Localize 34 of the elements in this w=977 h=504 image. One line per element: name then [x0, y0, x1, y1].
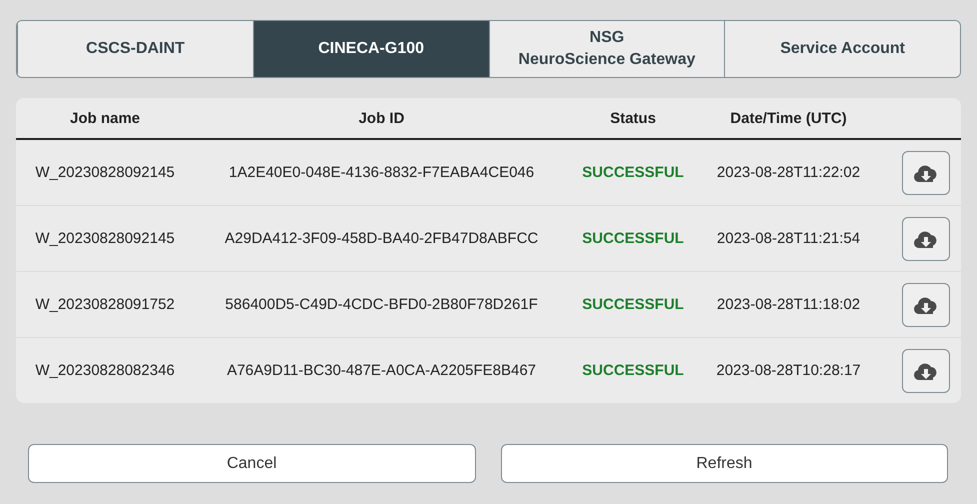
column-header: Job ID — [358, 110, 406, 126]
cloud-download-icon — [913, 294, 939, 314]
cloud-download-icon — [913, 162, 939, 182]
status-label: SUCCESSFUL — [581, 230, 685, 247]
status-label: SUCCESSFUL — [581, 296, 685, 313]
status-label: SUCCESSFUL — [581, 362, 685, 379]
tab[interactable]: NSG NeuroScience Gateway — [488, 21, 724, 77]
tab[interactable]: Service Account — [724, 21, 960, 77]
download-button[interactable] — [902, 150, 950, 194]
cloud-download-icon — [913, 360, 939, 380]
status-label: SUCCESSFUL — [581, 164, 685, 181]
table-cell-text: W_20230828092145 — [34, 164, 176, 181]
dialog-button[interactable]: Refresh — [500, 444, 948, 483]
download-button[interactable] — [902, 348, 950, 392]
dialog-button[interactable]: Cancel — [28, 444, 476, 483]
table-cell-text: W_20230828091752 — [34, 296, 176, 313]
table-cell-text: 2023-08-28T11:22:02 — [716, 164, 862, 181]
table-cell-text: 2023-08-28T10:28:17 — [715, 362, 862, 379]
cloud-download-icon — [913, 228, 939, 248]
table-cell-text: W_20230828092145 — [34, 230, 176, 247]
column-header: Job name — [68, 110, 142, 126]
column-header: Date/Time (UTC) — [729, 110, 848, 126]
download-button[interactable] — [902, 216, 950, 260]
table-cell-text: A76A9D11-BC30-487E-A0CA-A2205FE8B467 — [226, 362, 538, 379]
tab[interactable]: CSCS-DAINT — [17, 21, 253, 77]
table-cell-text: W_20230828082346 — [34, 362, 176, 379]
table-cell-text: 586400D5-C49D-4CDC-BFD0-2B80F78D261F — [224, 296, 539, 313]
table-cell-text: 1A2E40E0-048E-4136-8832-F7EABA4CE046 — [228, 164, 536, 181]
tab[interactable]: CINECA-G100 — [252, 21, 488, 77]
column-header: Status — [609, 110, 657, 126]
table-cell-text: 2023-08-28T11:21:54 — [716, 230, 862, 247]
table-cell-text: A29DA412-3F09-458D-BA40-2FB47D8ABFCC — [224, 230, 540, 247]
download-button[interactable] — [902, 282, 950, 326]
table-cell-text: 2023-08-28T11:18:02 — [716, 296, 862, 313]
